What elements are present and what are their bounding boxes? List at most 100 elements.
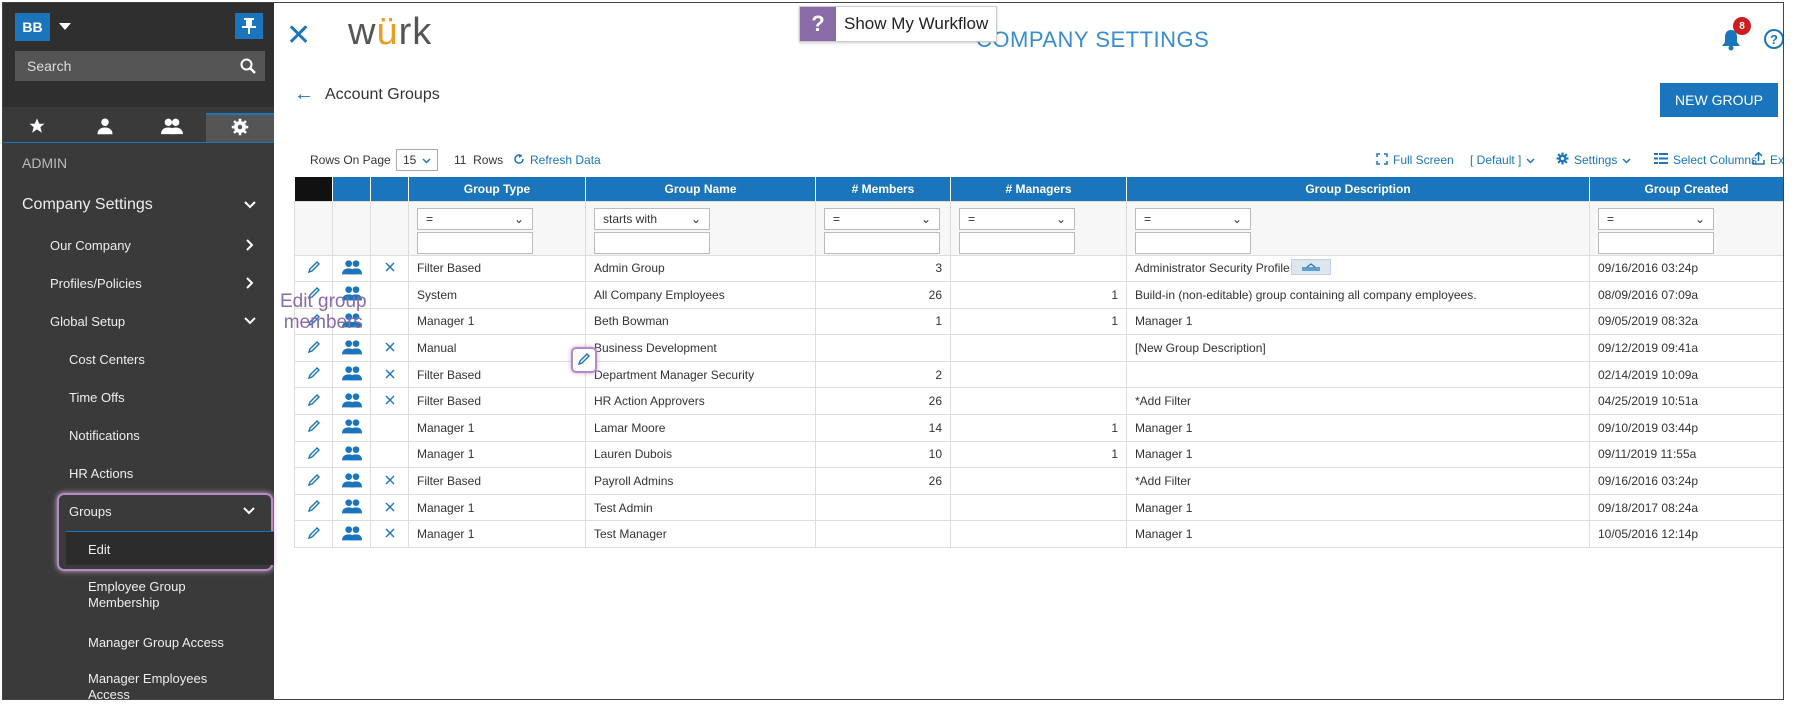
show-wurkflow-button[interactable]: ? Show My Wurkflow [799, 6, 998, 42]
tab-team[interactable] [139, 113, 207, 142]
tab-admin[interactable] [206, 113, 274, 142]
table-row[interactable]: Manager 1 Test Manager Manager 1 10/05/2016… [294, 520, 1783, 549]
filter-select[interactable]: = ⌄ [824, 207, 940, 230]
table-row[interactable]: Filter Based HR Action Approvers 26 *Add Fi… [294, 387, 1783, 416]
managers-cell: 1 [950, 307, 1127, 336]
search-input[interactable] [15, 58, 231, 74]
pin-icon[interactable] [235, 13, 263, 39]
table-row[interactable]: Filter Based Admin Group 3 Administrator Se… [294, 254, 1783, 283]
edit-pencil-icon[interactable] [294, 334, 333, 362]
table-row[interactable]: Manual Business Development [New Group Des… [294, 334, 1783, 362]
sidebar-item-employee-group-membership[interactable]: Employee Group Membership [88, 579, 228, 611]
sidebar-item-label: Manager Group Access [88, 634, 224, 650]
column-header-managers[interactable]: # Managers [950, 177, 1127, 201]
edit-members-icon[interactable] [332, 334, 371, 362]
edit-members-icon[interactable] [332, 414, 371, 442]
close-icon[interactable]: ✕ [286, 21, 311, 51]
sidebar-item-profiles-policies[interactable]: Profiles/Policies [50, 272, 260, 294]
tab-favorites[interactable] [3, 113, 71, 142]
sidebar-item-manager-group-access[interactable]: Manager Group Access [88, 631, 258, 653]
sidebar-item-manager-employees-access[interactable]: Manager Employees Access [88, 671, 228, 699]
sidebar-item-cost-centers[interactable]: Cost Centers [69, 348, 259, 370]
filter-input[interactable] [824, 231, 940, 254]
sidebar-item-company-settings[interactable]: Company Settings [22, 193, 260, 217]
sidebar-item-global-setup[interactable]: Global Setup [50, 310, 260, 332]
filter-select[interactable]: = ⌄ [417, 207, 533, 230]
filter-input[interactable] [417, 231, 533, 254]
delete-icon[interactable] [370, 520, 409, 549]
delete-icon[interactable] [370, 254, 409, 283]
column-header-group-name[interactable]: Group Name [585, 177, 816, 201]
filter-input[interactable] [594, 231, 710, 254]
column-header-group-description[interactable]: Group Description [1126, 177, 1590, 201]
delete-icon[interactable] [370, 387, 409, 416]
sidebar-item-our-company[interactable]: Our Company [50, 234, 260, 256]
gear-icon [231, 118, 249, 139]
table-row[interactable]: Manager 1 Beth Bowman 1 1 Manager 1 09/05/201… [294, 307, 1783, 336]
edit-pencil-icon[interactable] [294, 520, 333, 549]
filter-input[interactable] [1135, 231, 1251, 254]
new-group-button[interactable]: NEW GROUP [1660, 83, 1778, 117]
edit-members-icon[interactable] [332, 360, 371, 389]
sidebar-item-groups[interactable]: Groups [69, 500, 259, 522]
chevron-down-icon: ⌄ [1231, 211, 1242, 226]
table-row[interactable]: Filter Based Payroll Admins 26 *Add Filter 0… [294, 467, 1783, 495]
table-row[interactable]: Manager 1 Lamar Moore 14 1 Manager 1 09/10/20… [294, 414, 1783, 442]
back-arrow-icon[interactable]: ← [294, 83, 314, 106]
edit-members-icon[interactable] [332, 493, 371, 522]
filter-select[interactable]: = ⌄ [1598, 207, 1714, 230]
edit-pencil-icon[interactable] [294, 414, 333, 442]
group-created-cell: 09/05/2019 08:32a [1589, 307, 1783, 336]
sidebar-item-time-offs[interactable]: Time Offs [69, 386, 259, 408]
group-description-cell [1126, 360, 1590, 389]
group-created-cell: 09/16/2016 03:24p [1589, 467, 1783, 495]
tab-profile[interactable] [71, 113, 139, 142]
rows-on-page-select[interactable]: 15 [396, 149, 439, 171]
delete-icon[interactable] [370, 334, 409, 362]
edit-pencil-icon[interactable] [294, 360, 333, 389]
column-header-group-type[interactable]: Group Type [408, 177, 586, 201]
filter-select[interactable]: = ⌄ [959, 207, 1075, 230]
edit-members-icon[interactable] [332, 254, 371, 283]
sidebar-item-notifications[interactable]: Notifications [69, 424, 259, 446]
group-type-cell: Manager 1 [408, 520, 586, 549]
filter-input[interactable] [959, 231, 1075, 254]
select-columns-button[interactable]: Select Columns [1654, 149, 1757, 171]
table-row[interactable]: Manager 1 Test Admin Manager 1 09/18/2017 0… [294, 493, 1783, 522]
sidebar-item-edit[interactable]: Edit [88, 538, 258, 560]
full-screen-button[interactable]: Full Screen [1376, 149, 1454, 171]
filter-select[interactable]: starts with ⌄ [594, 207, 710, 230]
sidebar-item-hr-actions[interactable]: HR Actions [69, 462, 259, 484]
export-button[interactable]: Export [1752, 149, 1783, 171]
edit-members-icon[interactable] [332, 467, 371, 495]
settings-button[interactable]: Settings [1556, 149, 1631, 171]
edit-members-icon[interactable] [332, 387, 371, 416]
column-header-members[interactable]: # Members [815, 177, 951, 201]
collapse-filter-handle[interactable] [1291, 259, 1331, 275]
edit-members-icon[interactable] [332, 440, 371, 469]
edit-pencil-icon[interactable] [294, 440, 333, 469]
delete-icon[interactable] [370, 493, 409, 522]
edit-pencil-icon[interactable] [294, 493, 333, 522]
column-header-group-created[interactable]: Group Created [1589, 177, 1783, 201]
refresh-data-button[interactable]: Refresh Data [513, 149, 601, 171]
avatar[interactable]: BB [15, 13, 50, 41]
search-icon[interactable] [231, 58, 265, 74]
edit-members-icon[interactable] [332, 520, 371, 549]
delete-icon[interactable] [370, 360, 409, 389]
caret-down-icon[interactable] [59, 23, 71, 30]
filter-input[interactable] [1598, 231, 1714, 254]
edit-pencil-icon[interactable] [294, 254, 333, 283]
table-row[interactable]: Filter Based Department Manager Security 2… [294, 360, 1783, 389]
edit-members-highlight[interactable] [571, 347, 597, 373]
edit-pencil-icon[interactable] [294, 387, 333, 416]
edit-pencil-icon[interactable] [294, 467, 333, 495]
table-row[interactable]: System All Company Employees 26 1 Build-in (… [294, 281, 1783, 309]
delete-icon[interactable] [370, 467, 409, 495]
filter-select[interactable]: = ⌄ [1135, 207, 1251, 230]
view-select[interactable]: [ Default ] [1470, 149, 1535, 171]
table-row[interactable]: Manager 1 Lauren Dubois 10 1 Manager 1 09/11/… [294, 440, 1783, 469]
help-icon[interactable]: ? [1764, 29, 1783, 49]
managers-cell [950, 254, 1127, 283]
chevron-down-icon [240, 317, 260, 325]
